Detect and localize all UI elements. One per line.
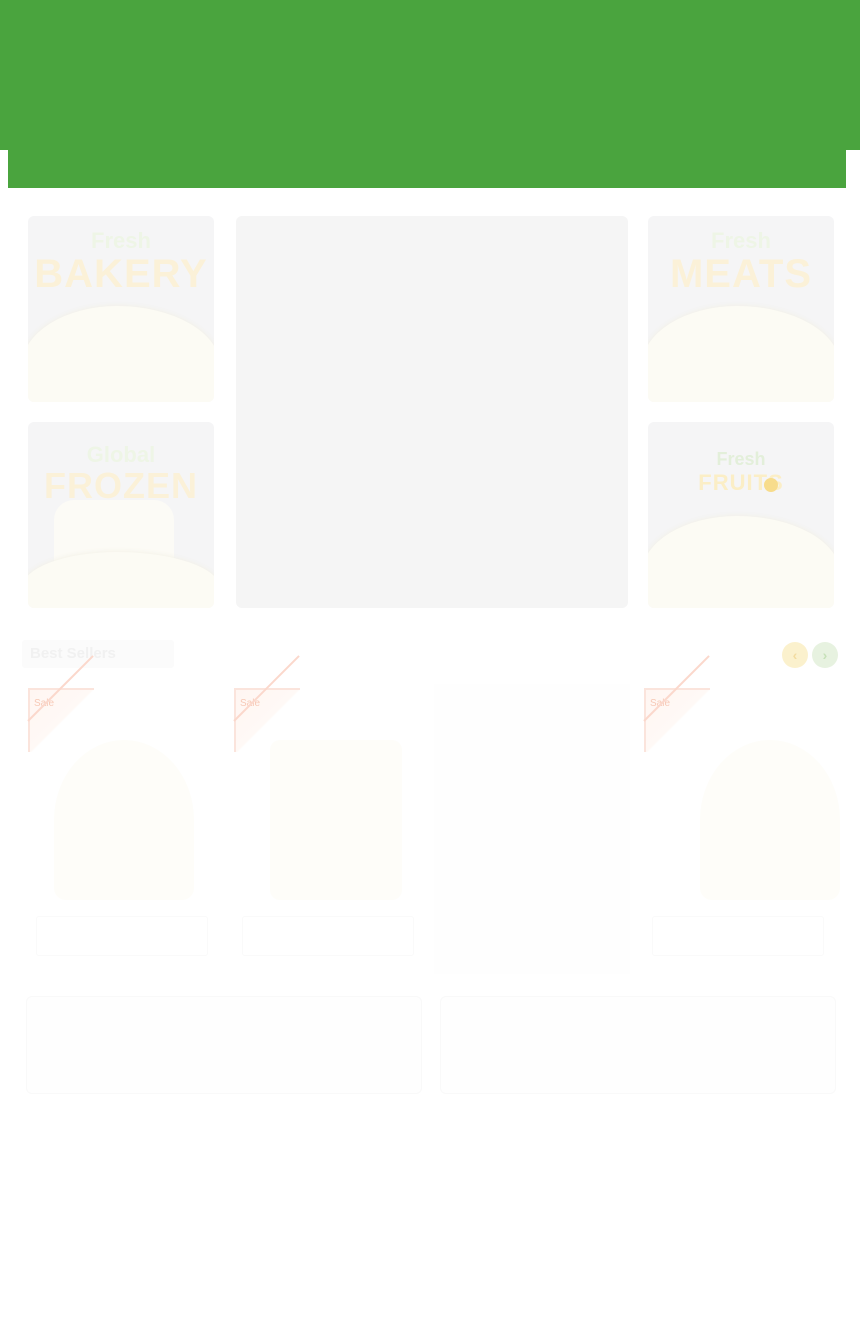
header-edge-left	[0, 150, 8, 188]
product-card[interactable]: Sale	[230, 684, 426, 974]
category-tile-bakery[interactable]: Fresh BAKERY	[28, 216, 214, 402]
chevron-left-icon: ‹	[792, 647, 798, 663]
category-caption-big: BAKERY	[34, 252, 208, 296]
header-edge-right	[846, 150, 860, 188]
carousel-prev-button[interactable]: ‹	[782, 642, 808, 668]
category-caption-small: Fresh	[716, 449, 766, 469]
sale-badge: Sale	[644, 688, 710, 752]
category-caption-small: Global	[86, 442, 156, 467]
sale-badge: Sale	[28, 688, 94, 752]
product-name[interactable]	[36, 916, 208, 956]
category-image	[648, 516, 834, 608]
carousel-next-button[interactable]: ›	[812, 642, 838, 668]
category-image	[648, 306, 834, 402]
sale-badge-label: Sale	[240, 698, 261, 709]
category-image-base	[28, 552, 214, 608]
fruit-accent-icon	[764, 478, 778, 492]
category-caption-big: FRUITS	[698, 470, 784, 495]
category-image	[28, 306, 214, 402]
product-card[interactable]: Sale	[640, 684, 840, 974]
section-title: Best Sellers	[22, 640, 174, 668]
product-name[interactable]	[242, 916, 414, 956]
product-name[interactable]	[652, 916, 824, 956]
category-caption-small: Fresh	[91, 228, 151, 253]
category-tile-fruits[interactable]: Fresh FRUITS	[648, 422, 834, 608]
category-caption-big: MEATS	[669, 252, 813, 296]
site-header	[0, 0, 860, 188]
chevron-right-icon: ›	[822, 647, 828, 663]
product-image[interactable]	[270, 740, 402, 900]
product-image[interactable]	[54, 740, 194, 900]
sale-badge-label: Sale	[34, 698, 55, 709]
promo-banner-right[interactable]	[440, 996, 836, 1094]
hero-banner[interactable]	[236, 216, 628, 608]
product-card[interactable]: Sale	[24, 684, 220, 974]
category-tile-frozen[interactable]: Global FROZEN	[28, 422, 214, 608]
product-image[interactable]	[700, 740, 840, 900]
category-caption-big: FROZEN	[44, 465, 198, 506]
category-tile-meats[interactable]: Fresh MEATS	[648, 216, 834, 402]
promo-banner-left[interactable]	[26, 996, 422, 1094]
sale-badge-label: Sale	[650, 698, 671, 709]
product-card-placeholder	[434, 684, 630, 974]
category-caption-small: Fresh	[711, 228, 771, 253]
